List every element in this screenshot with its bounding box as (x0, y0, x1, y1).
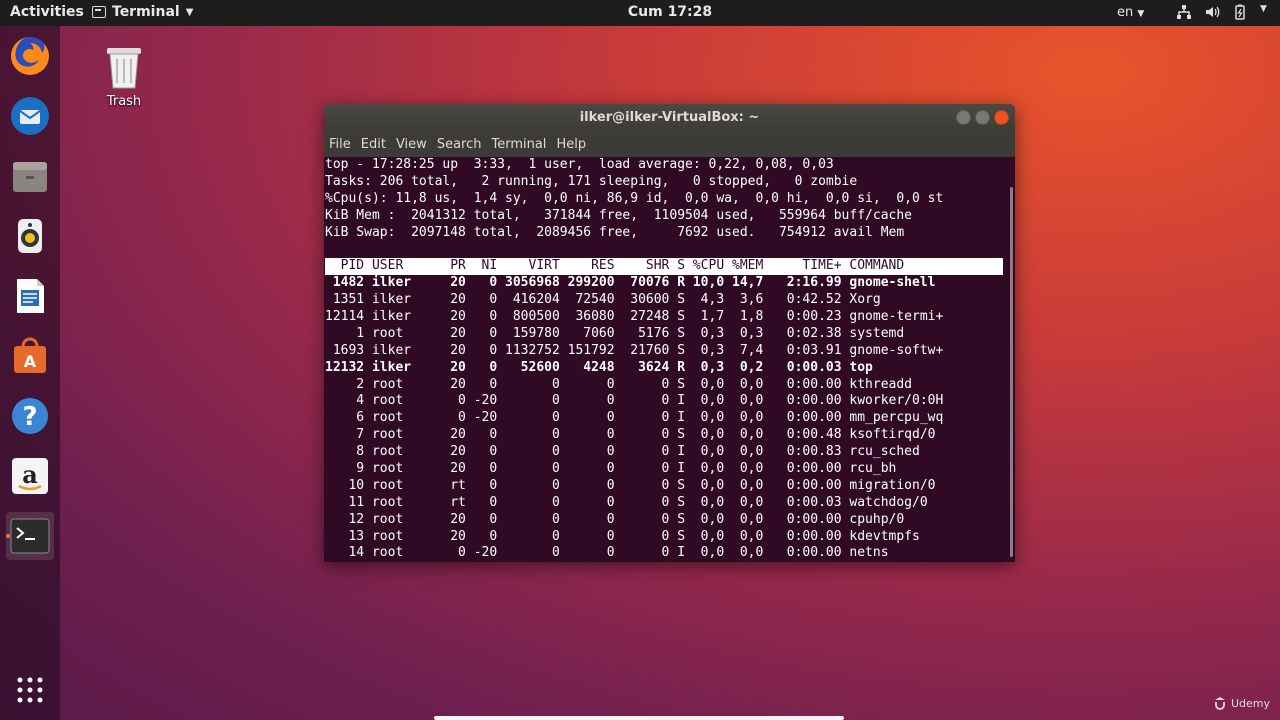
terminal-window[interactable]: ilker@ilker-VirtualBox: ~ File Edit View… (324, 104, 1015, 562)
top-summary-line: top - 17:28:25 up 3:33, 1 user, load ave… (325, 157, 834, 172)
svg-text:?: ? (22, 402, 37, 432)
dock-rhythmbox[interactable] (6, 212, 54, 260)
top-summary-line: KiB Mem : 2041312 total, 371844 free, 11… (325, 207, 912, 223)
writer-icon (17, 279, 44, 313)
process-row: 9 root 20 0 0 0 0 I 0,0 0,0 0:00.00 rcu_… (325, 461, 897, 477)
network-icon (1176, 4, 1192, 20)
menu-search[interactable]: Search (437, 137, 488, 152)
process-row: 7 root 20 0 0 0 0 S 0,0 0,0 0:00.48 ksof… (325, 427, 936, 443)
window-title: ilker@ilker-VirtualBox: ~ (579, 110, 760, 125)
process-row: 11 root rt 0 0 0 0 S 0,0 0,0 0:00.03 wat… (325, 494, 928, 510)
chevron-down-icon: ▼ (1137, 9, 1145, 19)
process-table-header: PID USER PR NI VIRT RES SHR S %CPU %MEM … (325, 258, 1003, 276)
dock-software[interactable]: A (6, 332, 54, 380)
dock-thunderbird[interactable] (6, 92, 54, 140)
menu-help[interactable]: Help (556, 137, 592, 152)
menu-terminal[interactable]: Terminal (491, 137, 552, 152)
app-grid-icon (17, 677, 43, 703)
help-icon: ? (12, 398, 48, 434)
process-row: 2 root 20 0 0 0 0 S 0,0 0,0 0:00.00 kthr… (325, 376, 912, 392)
top-summary-line: KiB Swap: 2097148 total, 2089456 free, 7… (325, 224, 905, 240)
dock-terminal[interactable] (6, 512, 54, 560)
trash-label: Trash (106, 94, 142, 109)
svg-text:A: A (24, 352, 37, 371)
process-row: 8 root 20 0 0 0 0 I 0,0 0,0 0:00.83 rcu_… (325, 444, 920, 460)
maximize-button[interactable] (975, 110, 990, 125)
menu-view[interactable]: View (396, 137, 433, 152)
top-bar: Activities Terminal ▼ Cum 17:28 en ▼ ▼ (0, 0, 1280, 26)
dock: A ? a (0, 26, 60, 720)
process-row: 6 root 0 -20 0 0 0 I 0,0 0,0 0:00.00 mm_… (325, 410, 944, 426)
svg-text:a: a (22, 460, 38, 489)
battery-icon (1232, 4, 1248, 20)
files-icon (13, 162, 47, 192)
process-row: 1351 ilker 20 0 416204 72540 30600 S 4,3… (325, 292, 881, 308)
window-titlebar[interactable]: ilker@ilker-VirtualBox: ~ (324, 104, 1015, 132)
process-row: 1693 ilker 20 0 1132752 151792 21760 S 0… (325, 342, 944, 358)
process-row: 12 root 20 0 0 0 0 S 0,0 0,0 0:00.00 cpu… (325, 511, 905, 527)
dock-help[interactable]: ? (6, 392, 54, 440)
dock-files[interactable] (6, 152, 54, 200)
video-progress-bar (434, 716, 844, 720)
active-indicator (6, 534, 10, 538)
menubar: File Edit View Search Terminal Help (324, 132, 1015, 157)
terminal-output[interactable]: top - 17:28:25 up 3:33, 1 user, load ave… (324, 157, 1006, 562)
process-row: 14 root 0 -20 0 0 0 I 0,0 0,0 0:00.00 ne… (325, 545, 889, 561)
clock[interactable]: Cum 17:28 (0, 4, 1280, 20)
minimize-button[interactable] (956, 110, 971, 125)
chevron-down-icon: ▼ (1260, 4, 1267, 14)
menu-edit[interactable]: Edit (361, 137, 392, 152)
firefox-icon (11, 37, 49, 75)
thunderbird-icon (11, 97, 49, 135)
process-row: 1482 ilker 20 0 3056968 299200 70076 R 1… (325, 275, 936, 291)
process-table: 1482 ilker 20 0 3056968 299200 70076 R 1… (325, 275, 1006, 562)
top-summary-line: Tasks: 206 total, 2 running, 171 sleepin… (325, 173, 858, 189)
process-row: 10 root rt 0 0 0 0 S 0,0 0,0 0:00.00 mig… (325, 477, 936, 493)
process-row: 4 root 0 -20 0 0 0 I 0,0 0,0 0:00.00 kwo… (325, 393, 944, 409)
udemy-logo-icon (1214, 697, 1225, 710)
top-summary-line: %Cpu(s): 11,8 us, 1,4 sy, 0,0 ni, 86,9 i… (325, 190, 944, 206)
menu-file[interactable]: File (329, 137, 357, 152)
scrollbar[interactable] (1006, 157, 1015, 562)
dock-firefox[interactable] (6, 32, 54, 80)
volume-icon (1204, 4, 1220, 20)
dock-libreoffice-writer[interactable] (6, 272, 54, 320)
system-tray[interactable]: ▼ (1176, 4, 1267, 20)
scrollbar-thumb[interactable] (1010, 187, 1013, 557)
udemy-watermark: Udemy (1213, 696, 1270, 710)
language-label: en (1117, 5, 1134, 20)
window-controls (956, 110, 1009, 125)
process-row: 12114 ilker 20 0 800500 36080 27248 S 1,… (325, 309, 944, 325)
close-button[interactable] (994, 110, 1009, 125)
trash-icon (107, 48, 141, 89)
watermark-label: Udemy (1230, 696, 1270, 710)
process-row: 13 root 20 0 0 0 0 S 0,0 0,0 0:00.00 kde… (325, 528, 920, 544)
desktop-trash[interactable]: Trash (98, 44, 150, 109)
process-row: 12132 ilker 20 0 52600 4248 3624 R 0,3 0… (325, 359, 873, 375)
process-row: 1 root 20 0 159780 7060 5176 S 0,3 0,3 0… (325, 325, 905, 341)
dock-amazon[interactable]: a (6, 452, 54, 500)
rhythmbox-icon (18, 219, 42, 253)
software-center-icon: A (14, 337, 46, 373)
show-applications-button[interactable] (6, 666, 54, 714)
terminal-icon (10, 518, 50, 554)
amazon-icon: a (12, 458, 48, 494)
language-indicator[interactable]: en ▼ (1117, 5, 1144, 20)
